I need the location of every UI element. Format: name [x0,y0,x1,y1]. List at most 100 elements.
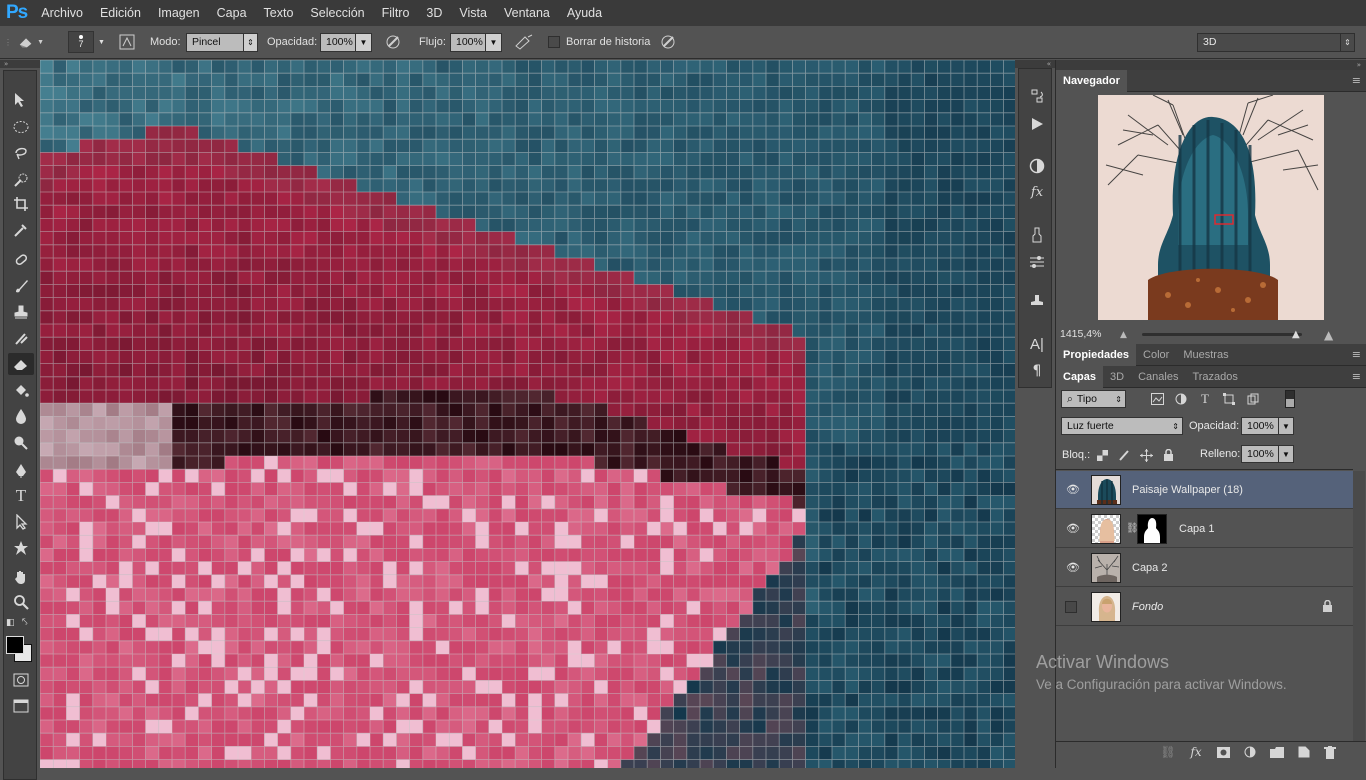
chevron-down-icon[interactable]: ▼ [356,32,372,52]
eyedropper-tool-icon[interactable] [8,219,34,241]
swap-colors-icon[interactable]: ⤣ [22,617,28,628]
history-icon[interactable] [1026,85,1048,107]
paint-bucket-tool-icon[interactable] [8,380,34,402]
zoom-tool-icon[interactable] [8,591,34,613]
history-brush-tool-icon[interactable] [8,327,34,349]
clone-source-icon[interactable] [1026,290,1048,312]
layer-filter-select[interactable]: ⌕ Tipo ⇕ [1061,390,1126,408]
chevron-down-icon[interactable]: ▼ [98,39,105,46]
adjustments-icon[interactable] [1026,155,1048,177]
brush-settings-icon[interactable] [1026,251,1048,273]
tab-propiedades[interactable]: Propiedades [1056,343,1137,366]
delete-layer-trash-icon[interactable] [1322,744,1338,760]
tab-trazados[interactable]: Trazados [1185,366,1244,388]
menu-texto[interactable]: Texto [264,6,294,20]
layer-style-fx-icon[interactable]: fx [1188,744,1204,760]
chevron-down-icon[interactable]: ▼ [1278,417,1294,435]
tab-canales[interactable]: Canales [1131,366,1185,388]
panel-menu-icon[interactable]: ≡ [1352,370,1361,383]
mode-select[interactable]: Pincel ⇕ [186,32,258,52]
eraser-tool-preset-icon[interactable]: ▼ [18,32,44,52]
menu-vista[interactable]: Vista [459,6,487,20]
screen-mode-icon[interactable] [8,695,34,717]
marquee-tool-icon[interactable] [8,116,34,138]
link-layers-icon[interactable]: ⛓ [1160,744,1176,760]
navigator-zoom-value[interactable]: 1415,4% [1060,328,1101,340]
eraser-tool-icon[interactable] [8,353,34,375]
lock-all-icon[interactable] [1160,447,1176,463]
crop-tool-icon[interactable] [8,193,34,215]
panel-menu-icon[interactable]: ≡ [1352,348,1361,361]
lock-position-icon[interactable] [1138,447,1154,463]
blend-mode-select[interactable]: Luz fuerte ⇕ [1061,417,1183,435]
erase-history-toggle[interactable]: Borrar de historia [548,32,650,52]
lock-transparent-pixels-icon[interactable] [1094,447,1110,463]
new-layer-icon[interactable] [1296,744,1312,760]
type-tool-icon[interactable]: T [8,485,34,507]
zoom-slider-handle[interactable]: ▲ [1292,329,1300,340]
filter-type-icon[interactable]: T [1197,391,1213,407]
brush-presets-icon[interactable] [1026,224,1048,246]
menu-3d[interactable]: 3D [426,6,442,20]
menu-archivo[interactable]: Archivo [41,6,83,20]
layer-row-paisaje[interactable]: 👁 Paisaje Wallpaper (18) [1056,471,1353,509]
menu-seleccion[interactable]: Selección [310,6,364,20]
eye-icon[interactable]: 👁 [1065,482,1081,498]
menu-edicion[interactable]: Edición [100,6,141,20]
brush-panel-icon[interactable] [116,32,138,52]
filter-adjustment-icon[interactable] [1173,391,1189,407]
document-canvas[interactable] [40,60,1015,768]
flow-field[interactable]: 100% ▼ [450,32,502,52]
visibility-toggle[interactable] [1065,600,1077,613]
workspace-select[interactable]: 3D ⇕ [1197,32,1355,52]
layer-row-fondo[interactable]: Fondo [1056,588,1353,626]
panel-collapse-grip[interactable]: » [0,60,40,68]
checkbox[interactable] [548,36,560,48]
tab-navegador[interactable]: Navegador [1056,69,1127,92]
filter-toggle-switch[interactable] [1285,390,1295,408]
pen-tool-icon[interactable] [8,460,34,482]
filter-shape-icon[interactable] [1221,391,1237,407]
airbrush-icon[interactable] [512,32,534,52]
zoom-slider[interactable] [1142,333,1302,336]
lock-image-pixels-icon[interactable] [1116,447,1132,463]
quick-selection-tool-icon[interactable] [8,169,34,191]
eye-icon[interactable]: 👁 [1065,560,1081,576]
custom-shape-tool-icon[interactable] [8,537,34,559]
layers-scrollbar[interactable] [1353,471,1365,741]
filter-smart-object-icon[interactable] [1245,391,1261,407]
tab-3d[interactable]: 3D [1103,366,1131,388]
clone-stamp-tool-icon[interactable] [8,301,34,323]
menu-ventana[interactable]: Ventana [504,6,550,20]
eye-icon[interactable]: 👁 [1065,521,1081,537]
add-mask-icon[interactable] [1215,744,1231,760]
hand-tool-icon[interactable] [8,566,34,588]
actions-play-icon[interactable] [1026,113,1048,135]
new-group-folder-icon[interactable] [1269,744,1285,760]
lasso-tool-icon[interactable] [8,142,34,164]
fill-value[interactable]: 100% [1241,445,1279,463]
blur-tool-icon[interactable] [8,405,34,427]
zoom-in-icon[interactable]: ▲ [1324,328,1333,342]
new-adjustment-layer-icon[interactable] [1242,744,1258,760]
tab-capas[interactable]: Capas [1056,365,1104,388]
path-selection-tool-icon[interactable] [8,511,34,533]
tab-muestras[interactable]: Muestras [1176,344,1235,366]
pressure-opacity-icon[interactable] [382,32,404,52]
paragraph-icon[interactable]: ¶ [1026,360,1048,382]
quick-mask-icon[interactable] [8,669,34,691]
layer-opacity-value[interactable]: 100% [1241,417,1279,435]
dodge-tool-icon[interactable] [8,431,34,453]
zoom-out-icon[interactable]: ▲ [1120,330,1127,340]
layer-mask-thumbnail[interactable] [1137,514,1167,544]
foreground-color-swatch[interactable] [6,636,24,654]
menu-capa[interactable]: Capa [217,6,247,20]
layer-row-capa-2[interactable]: 👁 Capa 2 [1056,549,1353,587]
move-tool-icon[interactable] [8,89,34,111]
panel-collapse-grip[interactable]: » [1056,60,1366,70]
menu-imagen[interactable]: Imagen [158,6,200,20]
brush-tool-icon[interactable] [8,275,34,297]
panel-menu-icon[interactable]: ≡ [1352,74,1361,87]
tab-color[interactable]: Color [1136,344,1176,366]
navigator-thumbnail[interactable] [1098,94,1324,320]
